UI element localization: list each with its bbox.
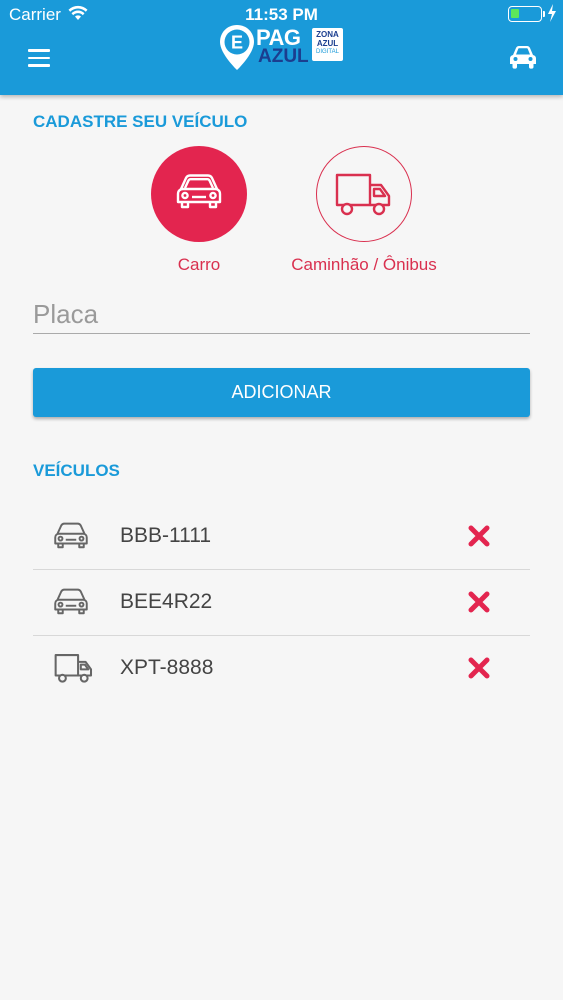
map-pin-icon: E xyxy=(220,25,254,70)
vehicle-row: BBB-1111 xyxy=(33,504,530,570)
truck-icon xyxy=(335,173,391,216)
app-header: Carrier 11:53 PM E PAG AZUL ZONA AZUL DI… xyxy=(0,0,563,95)
battery-level xyxy=(511,9,519,18)
menu-icon-bar xyxy=(28,64,50,67)
logo-azul-text: AZUL xyxy=(258,46,309,67)
car-icon[interactable] xyxy=(508,44,538,70)
vehicle-list: BBB-1111 BEE4R22 XPT-8888 xyxy=(33,504,530,702)
vehicle-type-truck-button[interactable] xyxy=(316,146,412,242)
vehicle-plate: BEE4R22 xyxy=(120,590,213,613)
plate-input[interactable] xyxy=(33,296,530,334)
battery-tip xyxy=(543,11,545,17)
menu-button[interactable] xyxy=(28,49,50,67)
vehicle-type-truck-label: Caminhão / Ônibus xyxy=(291,255,437,274)
vehicle-row: BEE4R22 xyxy=(33,570,530,636)
car-icon xyxy=(176,174,222,209)
delete-icon[interactable] xyxy=(467,656,491,680)
battery-icon xyxy=(508,6,542,22)
vehicles-title: VEÍCULOS xyxy=(33,461,120,480)
delete-icon[interactable] xyxy=(467,590,491,614)
register-title: CADASTRE SEU VEÍCULO xyxy=(33,112,248,131)
app-logo: E PAG AZUL ZONA AZUL DIGITAL xyxy=(218,24,348,72)
vehicle-row: XPT-8888 xyxy=(33,636,530,702)
truck-icon xyxy=(54,654,93,683)
car-icon xyxy=(54,522,88,549)
status-time: 11:53 PM xyxy=(245,5,318,24)
vehicle-plate: XPT-8888 xyxy=(120,656,214,679)
badge-line: DIGITAL xyxy=(316,49,339,55)
menu-icon-bar xyxy=(28,49,50,52)
vehicle-plate: BBB-1111 xyxy=(120,524,212,547)
vehicle-type-car-button[interactable] xyxy=(151,146,247,242)
delete-icon[interactable] xyxy=(467,524,491,548)
menu-icon-bar xyxy=(28,56,50,59)
car-icon xyxy=(54,588,88,615)
logo-pin-letter: E xyxy=(231,33,243,53)
badge-line: AZUL xyxy=(316,39,339,48)
badge-line: ZONA xyxy=(316,30,339,39)
charging-icon xyxy=(548,4,556,22)
add-vehicle-button[interactable]: ADICIONAR xyxy=(33,368,530,417)
vehicle-type-car-label: Carro xyxy=(177,255,221,274)
logo-badge: ZONA AZUL DIGITAL xyxy=(312,28,343,61)
